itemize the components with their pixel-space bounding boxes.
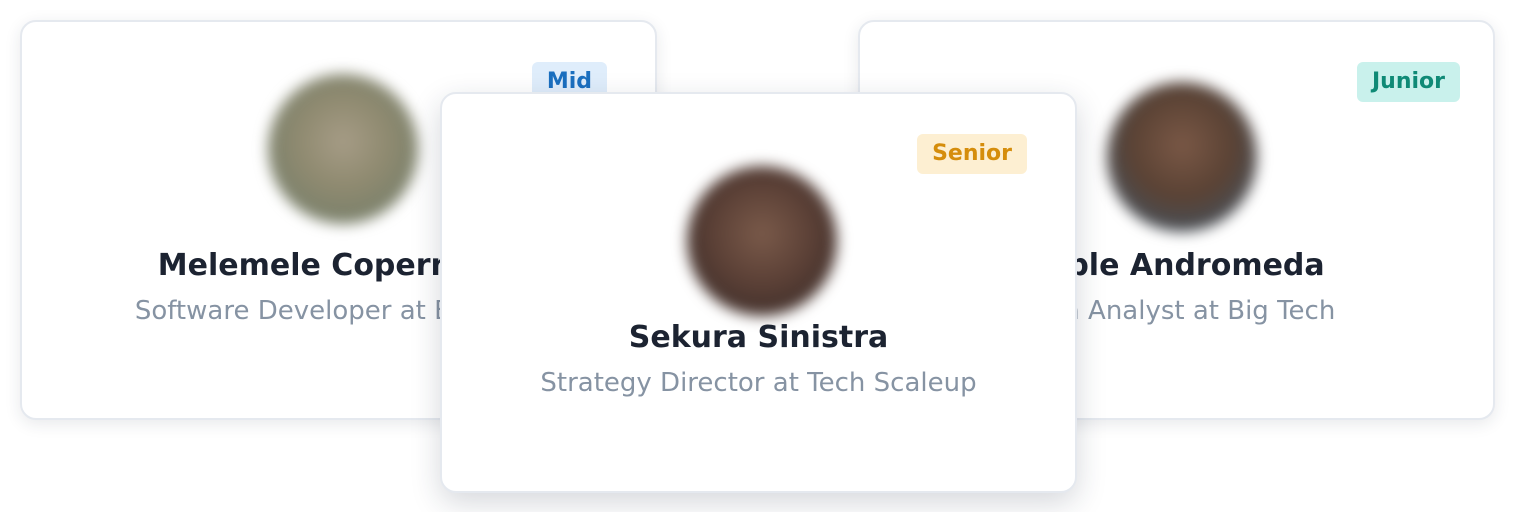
avatar <box>687 166 837 316</box>
profile-name: Sekura Sinistra <box>628 320 889 355</box>
avatar <box>1107 82 1257 232</box>
profile-card-center[interactable]: Senior Sekura Sinistra Strategy Director… <box>440 92 1077 493</box>
profile-role: Strategy Director at Tech Scaleup <box>540 368 977 398</box>
seniority-badge: Junior <box>1356 62 1460 102</box>
profile-cards-stage: Mid Melemele Copernicus Software Develop… <box>0 0 1516 512</box>
avatar <box>268 74 418 224</box>
seniority-badge: Senior <box>917 134 1027 174</box>
